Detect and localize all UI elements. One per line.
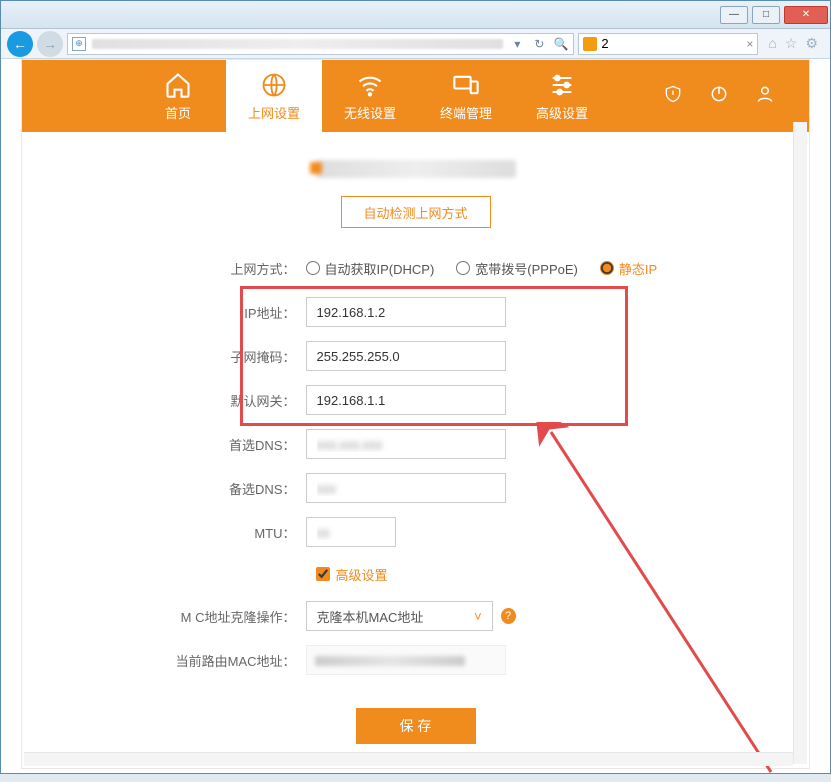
nav-label: 无线设置 — [344, 103, 396, 122]
tab-favicon — [583, 37, 597, 51]
search-icon[interactable]: 🔍 — [553, 37, 569, 51]
refresh-icon[interactable]: ↻ — [531, 37, 547, 51]
advanced-check-row[interactable]: 高级设置 — [146, 554, 686, 594]
close-button[interactable]: ✕ — [784, 6, 828, 24]
dns2-label: 备选DNS： — [146, 479, 306, 498]
nav-label: 上网设置 — [248, 103, 300, 122]
horizontal-scrollbar[interactable] — [24, 752, 793, 766]
save-button[interactable]: 保 存 — [356, 708, 476, 744]
advanced-check-label: 高级设置 — [336, 565, 388, 584]
nav-advanced[interactable]: 高级设置 — [514, 60, 610, 132]
home-icon — [164, 71, 192, 99]
nav-internet-settings[interactable]: 上网设置 — [226, 60, 322, 132]
mask-label: 子网掩码： — [146, 347, 306, 366]
browser-right-icons: ⌂ ☆ ⚙ — [762, 35, 824, 52]
dns2-input[interactable] — [306, 473, 506, 503]
mask-input[interactable] — [306, 341, 506, 371]
mac-clone-label: M C地址克隆操作： — [146, 607, 306, 626]
top-nav: 首页 上网设置 无线设置 终端管理 高级设置 — [22, 60, 809, 132]
dns1-input[interactable] — [306, 429, 506, 459]
conn-type-label: 上网方式： — [146, 259, 306, 278]
chevron-down-icon: ˅ — [474, 609, 482, 624]
back-button[interactable]: ← — [7, 31, 33, 57]
radio-dhcp[interactable]: 自动获取IP(DHCP) — [306, 259, 435, 278]
auto-detect-button[interactable]: 自动检测上网方式 — [341, 196, 491, 228]
connection-type-row: 上网方式： 自动获取IP(DHCP) 宽带拨号(PPPoE) 静态IP — [146, 246, 686, 290]
forward-button[interactable]: → — [37, 31, 63, 57]
gateway-label: 默认网关： — [146, 391, 306, 410]
devices-icon — [452, 71, 480, 99]
mtu-label: MTU： — [146, 523, 306, 542]
address-bar[interactable]: ⊕ ▾ ↻ 🔍 — [67, 33, 574, 55]
gateway-input[interactable] — [306, 385, 506, 415]
home-icon[interactable]: ⌂ — [768, 35, 776, 52]
help-icon[interactable]: ? — [501, 608, 516, 624]
radio-static[interactable]: 静态IP — [600, 259, 657, 278]
user-icon[interactable] — [755, 84, 775, 109]
globe-icon — [260, 71, 288, 99]
url-text-blurred — [92, 39, 503, 49]
dropdown-icon[interactable]: ▾ — [509, 37, 525, 51]
nav-label: 高级设置 — [536, 103, 588, 122]
gear-icon[interactable]: ⚙ — [805, 35, 818, 52]
wifi-icon — [356, 71, 384, 99]
router-page: 首页 上网设置 无线设置 终端管理 高级设置 — [21, 59, 810, 769]
cur-mac-label: 当前路由MAC地址： — [146, 651, 306, 670]
browser-toolbar: ← → ⊕ ▾ ↻ 🔍 2 × ⌂ ☆ ⚙ — [1, 29, 830, 59]
advanced-checkbox[interactable] — [316, 567, 330, 581]
tab-close-icon[interactable]: × — [746, 37, 753, 51]
nav-label: 首页 — [165, 103, 191, 122]
radio-pppoe[interactable]: 宽带拨号(PPPoE) — [456, 259, 578, 278]
browser-tab[interactable]: 2 × — [578, 33, 758, 55]
dns1-label: 首选DNS： — [146, 435, 306, 454]
ip-label: IP地址： — [146, 303, 306, 322]
power-icon[interactable] — [709, 84, 729, 109]
mac-clone-select[interactable]: 克隆本机MAC地址 ˅ — [306, 601, 493, 631]
nav-wireless[interactable]: 无线设置 — [322, 60, 418, 132]
window-titlebar: — □ ✕ — [1, 1, 830, 29]
ip-input[interactable] — [306, 297, 506, 327]
browser-window: — □ ✕ ← → ⊕ ▾ ↻ 🔍 2 × ⌂ ☆ ⚙ — [0, 0, 831, 774]
nav-clients[interactable]: 终端管理 — [418, 60, 514, 132]
maximize-button[interactable]: □ — [752, 6, 780, 24]
shield-icon[interactable] — [663, 84, 683, 109]
settings-content: 自动检测上网方式 上网方式： 自动获取IP(DHCP) 宽带拨号(PPPoE) … — [22, 132, 809, 768]
sliders-icon — [548, 71, 576, 99]
page-heading-blurred — [316, 160, 516, 178]
nav-home[interactable]: 首页 — [130, 60, 226, 132]
mtu-input[interactable] — [306, 517, 396, 547]
nav-label: 终端管理 — [440, 103, 492, 122]
minimize-button[interactable]: — — [720, 6, 748, 24]
vertical-scrollbar[interactable] — [793, 122, 807, 764]
mac-value-blurred — [306, 645, 506, 675]
tab-title: 2 — [601, 36, 608, 51]
star-icon[interactable]: ☆ — [785, 35, 798, 52]
site-shield-icon: ⊕ — [72, 37, 86, 51]
